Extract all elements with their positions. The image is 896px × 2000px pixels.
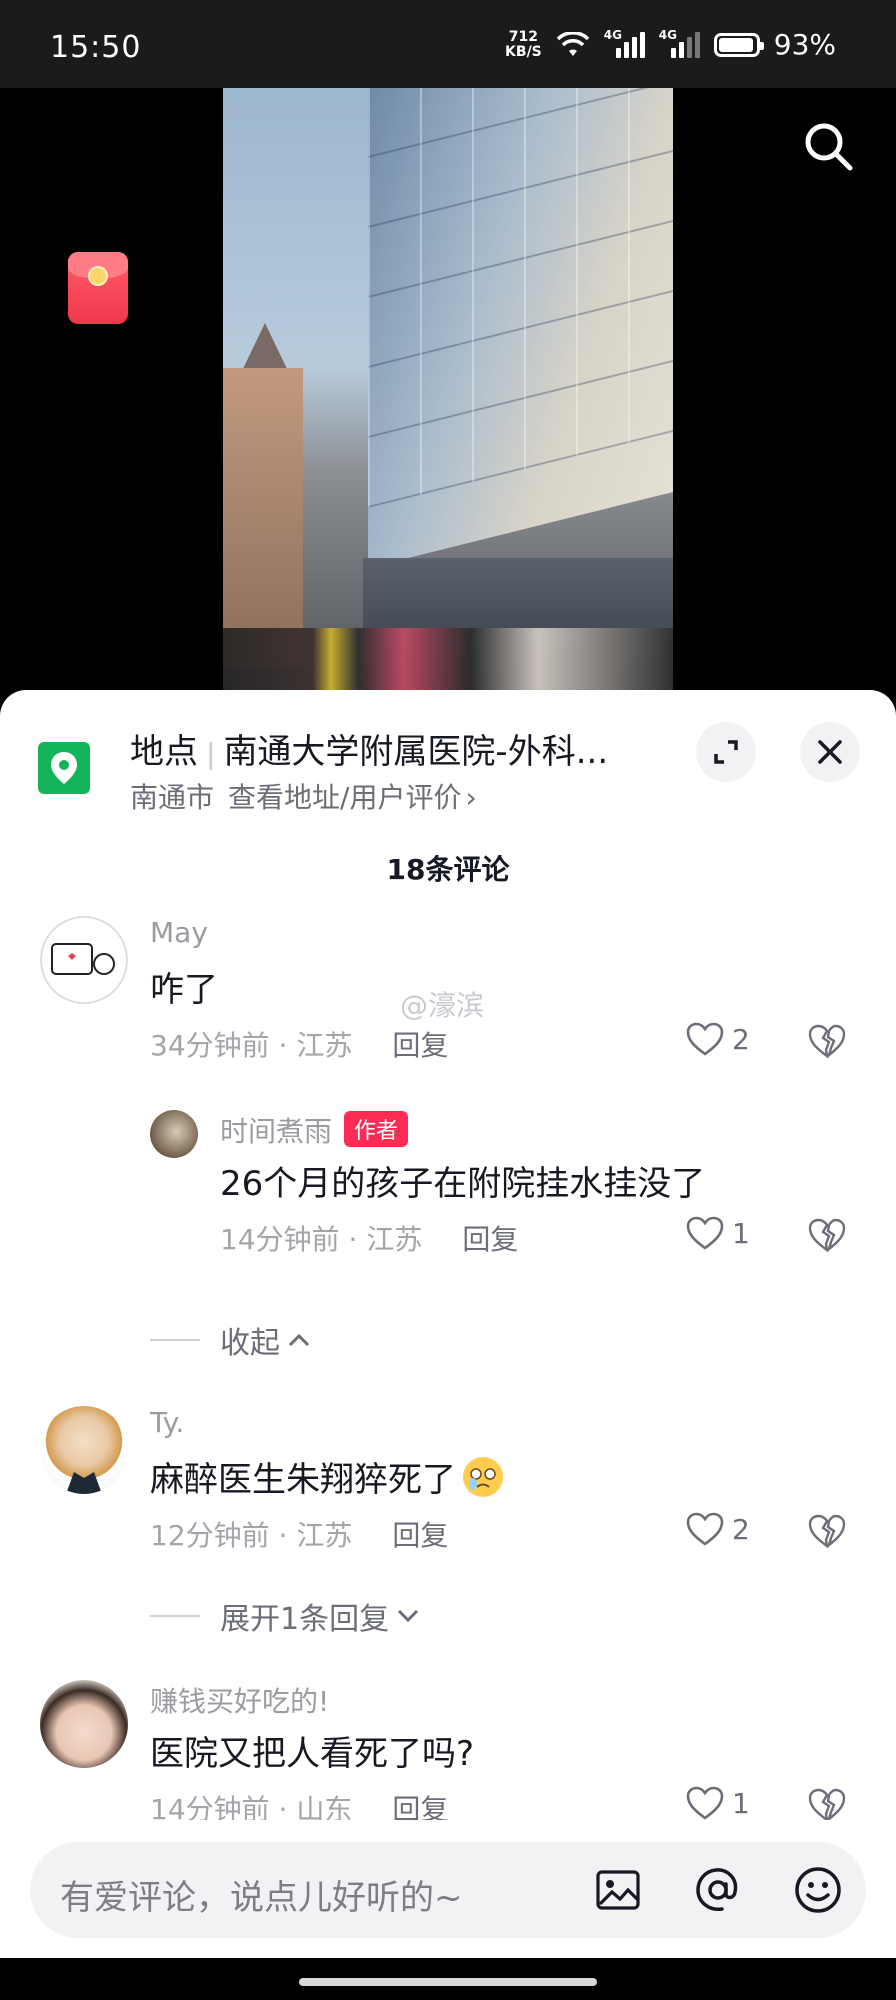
- heart-icon: [686, 1512, 724, 1546]
- status-time: 15:50: [50, 30, 142, 65]
- location-city: 南通市: [130, 781, 215, 814]
- crying-face-emoji-icon: [463, 1456, 503, 1497]
- heart-icon: [686, 1216, 724, 1250]
- watermark: @濠滨: [400, 989, 485, 1022]
- like-count: 2: [732, 1512, 750, 1546]
- like-button[interactable]: 2: [686, 1022, 750, 1056]
- comment-text: 咋了: [150, 970, 218, 1010]
- avatar[interactable]: [40, 1406, 128, 1494]
- comment-username[interactable]: 时间煮雨 作者: [220, 1110, 409, 1150]
- heart-icon: [686, 1786, 724, 1820]
- reply-button[interactable]: 回复: [462, 1223, 518, 1256]
- emoji-icon[interactable]: [792, 1864, 844, 1916]
- red-envelope-icon[interactable]: [68, 252, 128, 324]
- battery-percent: 93%: [773, 28, 836, 61]
- home-indicator[interactable]: [299, 1978, 597, 1986]
- expand-icon: [714, 740, 738, 764]
- comment-meta: 34分钟前 · 江苏 回复: [150, 1029, 449, 1062]
- like-count: 1: [732, 1216, 750, 1250]
- expand-replies-button[interactable]: 展开1条回复: [150, 1594, 421, 1638]
- comment-text: 医院又把人看死了吗?: [150, 1734, 475, 1774]
- location-title[interactable]: 地点 | 南通大学附属医院-外科...: [130, 724, 608, 773]
- avatar[interactable]: [40, 916, 128, 1004]
- image-icon[interactable]: [592, 1864, 644, 1916]
- like-button[interactable]: 1: [686, 1216, 750, 1250]
- broken-heart-icon[interactable]: [808, 1514, 846, 1548]
- like-count: 1: [732, 1786, 750, 1820]
- input-placeholder: 有爱评论，说点儿好听的~: [60, 1878, 463, 1918]
- comment-text: 麻醉医生朱翔猝死了: [150, 1452, 506, 1501]
- chevron-up-icon: [288, 1333, 310, 1347]
- location-link[interactable]: 查看地址/用户评价: [228, 781, 461, 814]
- broken-heart-icon[interactable]: [808, 1788, 846, 1822]
- wifi-icon: [556, 31, 590, 56]
- chevron-down-icon: [398, 1609, 419, 1623]
- chevron-right-icon: ›: [465, 781, 477, 814]
- collapse-replies-button[interactable]: 收起: [150, 1318, 312, 1362]
- comment-username[interactable]: Ty.: [150, 1406, 184, 1439]
- heart-icon: [686, 1022, 724, 1056]
- avatar[interactable]: [40, 1680, 128, 1768]
- signal-icon-1: 4G: [604, 28, 645, 58]
- video-player[interactable]: [0, 88, 896, 708]
- avatar[interactable]: [150, 1110, 198, 1158]
- video-frame-image: [223, 88, 673, 708]
- reply-button[interactable]: 回复: [392, 1519, 448, 1552]
- close-icon: [818, 740, 842, 764]
- comment-text: 26个月的孩子在附院挂水挂没了: [220, 1164, 706, 1204]
- location-name: 南通大学附属医院-外科...: [223, 732, 609, 772]
- like-button[interactable]: 2: [686, 1512, 750, 1546]
- comment-meta: 12分钟前 · 江苏 回复: [150, 1519, 449, 1552]
- like-count: 2: [732, 1022, 750, 1056]
- broken-heart-icon[interactable]: [808, 1024, 846, 1058]
- close-button[interactable]: [800, 722, 860, 782]
- comment-count: 18条评论: [386, 853, 510, 886]
- status-icons: 712 KB/S 4G 4G 93%: [505, 28, 836, 62]
- comments-sheet: 地点 | 南通大学附属医院-外科... 南通市 查看地址/用户评价 › 18条评论 @濠…: [0, 690, 896, 2000]
- author-badge: 作者: [344, 1111, 409, 1147]
- signal-icon-2: 4G: [659, 28, 700, 58]
- battery-icon: [713, 32, 764, 57]
- expand-button[interactable]: [696, 722, 756, 782]
- location-subtitle[interactable]: 南通市 查看地址/用户评价 ›: [130, 776, 477, 816]
- like-button[interactable]: 1: [686, 1786, 750, 1820]
- broken-heart-icon[interactable]: [808, 1218, 846, 1252]
- comment-meta: 14分钟前 · 江苏 回复: [220, 1223, 519, 1256]
- reply-button[interactable]: 回复: [392, 1029, 448, 1062]
- comment-input[interactable]: 有爱评论，说点儿好听的~: [30, 1842, 866, 1938]
- network-speed: 712 KB/S: [505, 28, 542, 60]
- at-icon[interactable]: [692, 1864, 744, 1916]
- comment-username[interactable]: May: [150, 916, 208, 949]
- search-icon[interactable]: [800, 118, 856, 174]
- comment-username[interactable]: 赚钱买好吃的!: [150, 1680, 329, 1720]
- status-bar: 15:50 712 KB/S 4G 4G 93%: [0, 0, 896, 88]
- location-pin-icon: [38, 742, 90, 794]
